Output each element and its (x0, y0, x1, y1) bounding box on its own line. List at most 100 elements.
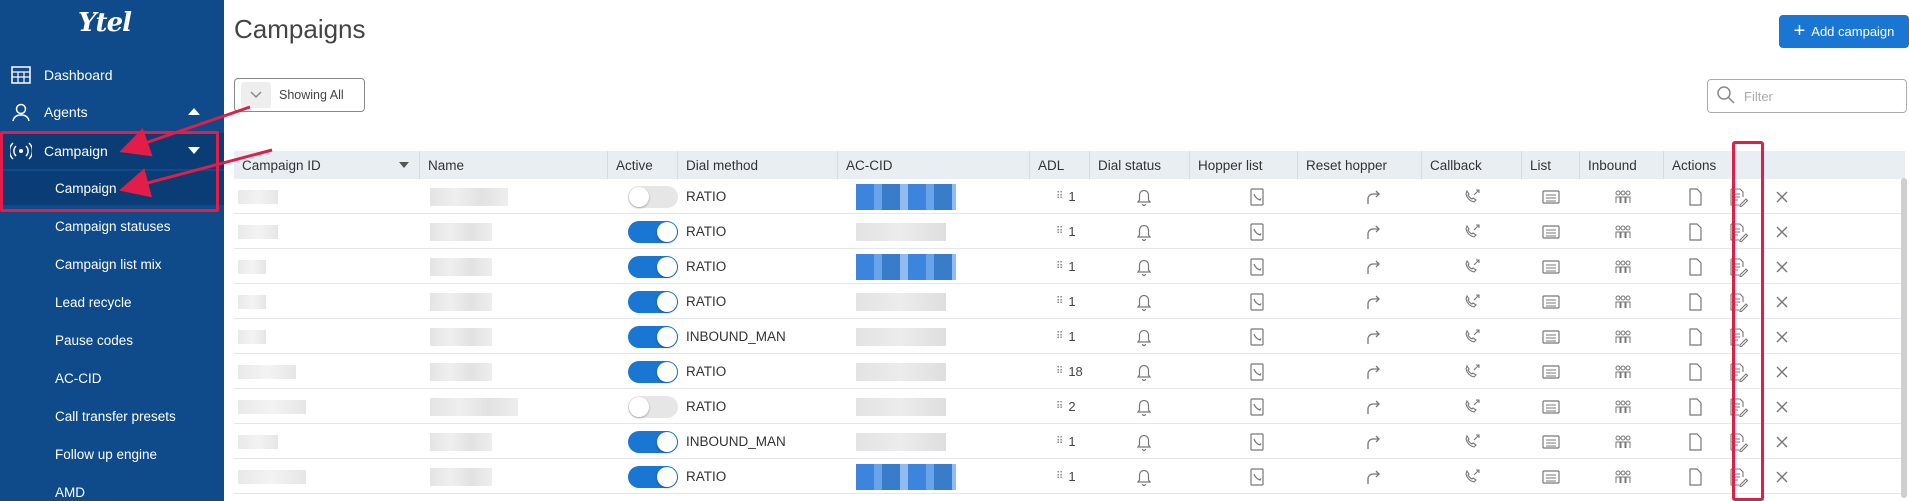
callback-icon[interactable] (1461, 459, 1483, 494)
sidebar-subitem-ac-cid[interactable]: AC-CID (0, 361, 224, 395)
list-icon[interactable] (1540, 249, 1562, 284)
campaign-id-cell[interactable] (238, 249, 266, 284)
inbound-icon[interactable] (1612, 319, 1634, 354)
ac-cid-cell[interactable] (856, 354, 946, 389)
edit-icon[interactable] (1727, 249, 1749, 284)
showing-dropdown[interactable]: Showing All (234, 78, 365, 112)
ac-cid-cell[interactable] (856, 459, 956, 494)
reset-hopper-icon[interactable] (1362, 424, 1384, 459)
delete-icon[interactable] (1771, 179, 1793, 214)
hopper-list-icon[interactable] (1246, 284, 1268, 319)
callback-icon[interactable] (1461, 424, 1483, 459)
callback-icon[interactable] (1461, 389, 1483, 424)
ac-cid-cell[interactable] (856, 179, 956, 214)
callback-icon[interactable] (1461, 354, 1483, 389)
delete-icon[interactable] (1771, 424, 1793, 459)
campaign-name-cell[interactable] (430, 214, 492, 249)
dial-status-bell-icon[interactable] (1133, 179, 1155, 214)
delete-icon[interactable] (1771, 284, 1793, 319)
dial-status-bell-icon[interactable] (1133, 284, 1155, 319)
inbound-icon[interactable] (1612, 354, 1634, 389)
copy-icon[interactable] (1684, 389, 1706, 424)
sidebar-subitem-campaign-list-mix[interactable]: Campaign list mix (0, 247, 224, 281)
hopper-list-icon[interactable] (1246, 249, 1268, 284)
sidebar-subitem-campaign[interactable]: Campaign (0, 171, 224, 205)
campaign-id-cell[interactable] (238, 284, 266, 319)
delete-icon[interactable] (1771, 459, 1793, 494)
add-campaign-button[interactable]: + Add campaign (1779, 15, 1909, 48)
dial-status-bell-icon[interactable] (1133, 459, 1155, 494)
copy-icon[interactable] (1684, 214, 1706, 249)
active-toggle[interactable] (628, 220, 678, 243)
sidebar-item-dashboard[interactable]: Dashboard (0, 57, 224, 93)
callback-icon[interactable] (1461, 249, 1483, 284)
campaign-id-cell[interactable] (238, 354, 296, 389)
campaign-name-cell[interactable] (430, 354, 492, 389)
edit-icon[interactable] (1727, 214, 1749, 249)
copy-icon[interactable] (1684, 249, 1706, 284)
active-toggle[interactable] (628, 395, 678, 418)
hopper-list-icon[interactable] (1246, 424, 1268, 459)
sidebar-subitem-amd[interactable]: AMD (0, 475, 224, 501)
ac-cid-cell[interactable] (856, 284, 946, 319)
campaign-name-cell[interactable] (430, 179, 508, 214)
edit-icon[interactable] (1727, 459, 1749, 494)
column-header-adl[interactable]: ADL (1030, 151, 1090, 179)
dial-status-bell-icon[interactable] (1133, 354, 1155, 389)
hopper-list-icon[interactable] (1246, 214, 1268, 249)
filter-input[interactable]: Filter (1707, 79, 1907, 113)
column-header-dial-status[interactable]: Dial status (1090, 151, 1190, 179)
reset-hopper-icon[interactable] (1362, 284, 1384, 319)
column-header-inbound[interactable]: Inbound (1580, 151, 1664, 179)
list-icon[interactable] (1540, 284, 1562, 319)
column-header-ac-cid[interactable]: AC-CID (838, 151, 1030, 179)
edit-icon[interactable] (1727, 179, 1749, 214)
campaign-name-cell[interactable] (430, 319, 492, 354)
sidebar-subitem-call-transfer-presets[interactable]: Call transfer presets (0, 399, 224, 433)
hopper-list-icon[interactable] (1246, 179, 1268, 214)
inbound-icon[interactable] (1612, 284, 1634, 319)
collapse-caret-icon[interactable] (188, 108, 200, 115)
column-header-reset-hopper[interactable]: Reset hopper (1298, 151, 1422, 179)
ac-cid-cell[interactable] (856, 424, 946, 459)
campaign-id-cell[interactable] (238, 424, 278, 459)
ac-cid-cell[interactable] (856, 319, 946, 354)
callback-icon[interactable] (1461, 214, 1483, 249)
inbound-icon[interactable] (1612, 459, 1634, 494)
reset-hopper-icon[interactable] (1362, 354, 1384, 389)
campaign-id-cell[interactable] (238, 214, 278, 249)
ac-cid-cell[interactable] (856, 389, 946, 424)
sidebar-subitem-lead-recycle[interactable]: Lead recycle (0, 285, 224, 319)
sidebar-item-campaign[interactable]: Campaign (0, 133, 224, 169)
campaign-name-cell[interactable] (430, 424, 492, 459)
delete-icon[interactable] (1771, 214, 1793, 249)
hopper-list-icon[interactable] (1246, 459, 1268, 494)
edit-icon[interactable] (1727, 284, 1749, 319)
inbound-icon[interactable] (1612, 389, 1634, 424)
sidebar-subitem-campaign-statuses[interactable]: Campaign statuses (0, 209, 224, 243)
edit-icon[interactable] (1727, 319, 1749, 354)
list-icon[interactable] (1540, 179, 1562, 214)
campaign-name-cell[interactable] (430, 459, 492, 494)
inbound-icon[interactable] (1612, 179, 1634, 214)
table-scrollbar[interactable] (1901, 178, 1907, 498)
edit-icon[interactable] (1727, 389, 1749, 424)
callback-icon[interactable] (1461, 179, 1483, 214)
delete-icon[interactable] (1771, 319, 1793, 354)
dial-status-bell-icon[interactable] (1133, 214, 1155, 249)
reset-hopper-icon[interactable] (1362, 389, 1384, 424)
list-icon[interactable] (1540, 214, 1562, 249)
column-header-list[interactable]: List (1522, 151, 1580, 179)
copy-icon[interactable] (1684, 424, 1706, 459)
list-icon[interactable] (1540, 424, 1562, 459)
sort-caret-icon[interactable] (399, 162, 409, 168)
edit-icon[interactable] (1727, 354, 1749, 389)
hopper-list-icon[interactable] (1246, 389, 1268, 424)
reset-hopper-icon[interactable] (1362, 319, 1384, 354)
campaign-id-cell[interactable] (238, 389, 306, 424)
copy-icon[interactable] (1684, 319, 1706, 354)
reset-hopper-icon[interactable] (1362, 459, 1384, 494)
expand-caret-icon[interactable] (188, 147, 200, 154)
active-toggle[interactable] (628, 290, 678, 313)
campaign-name-cell[interactable] (430, 249, 492, 284)
